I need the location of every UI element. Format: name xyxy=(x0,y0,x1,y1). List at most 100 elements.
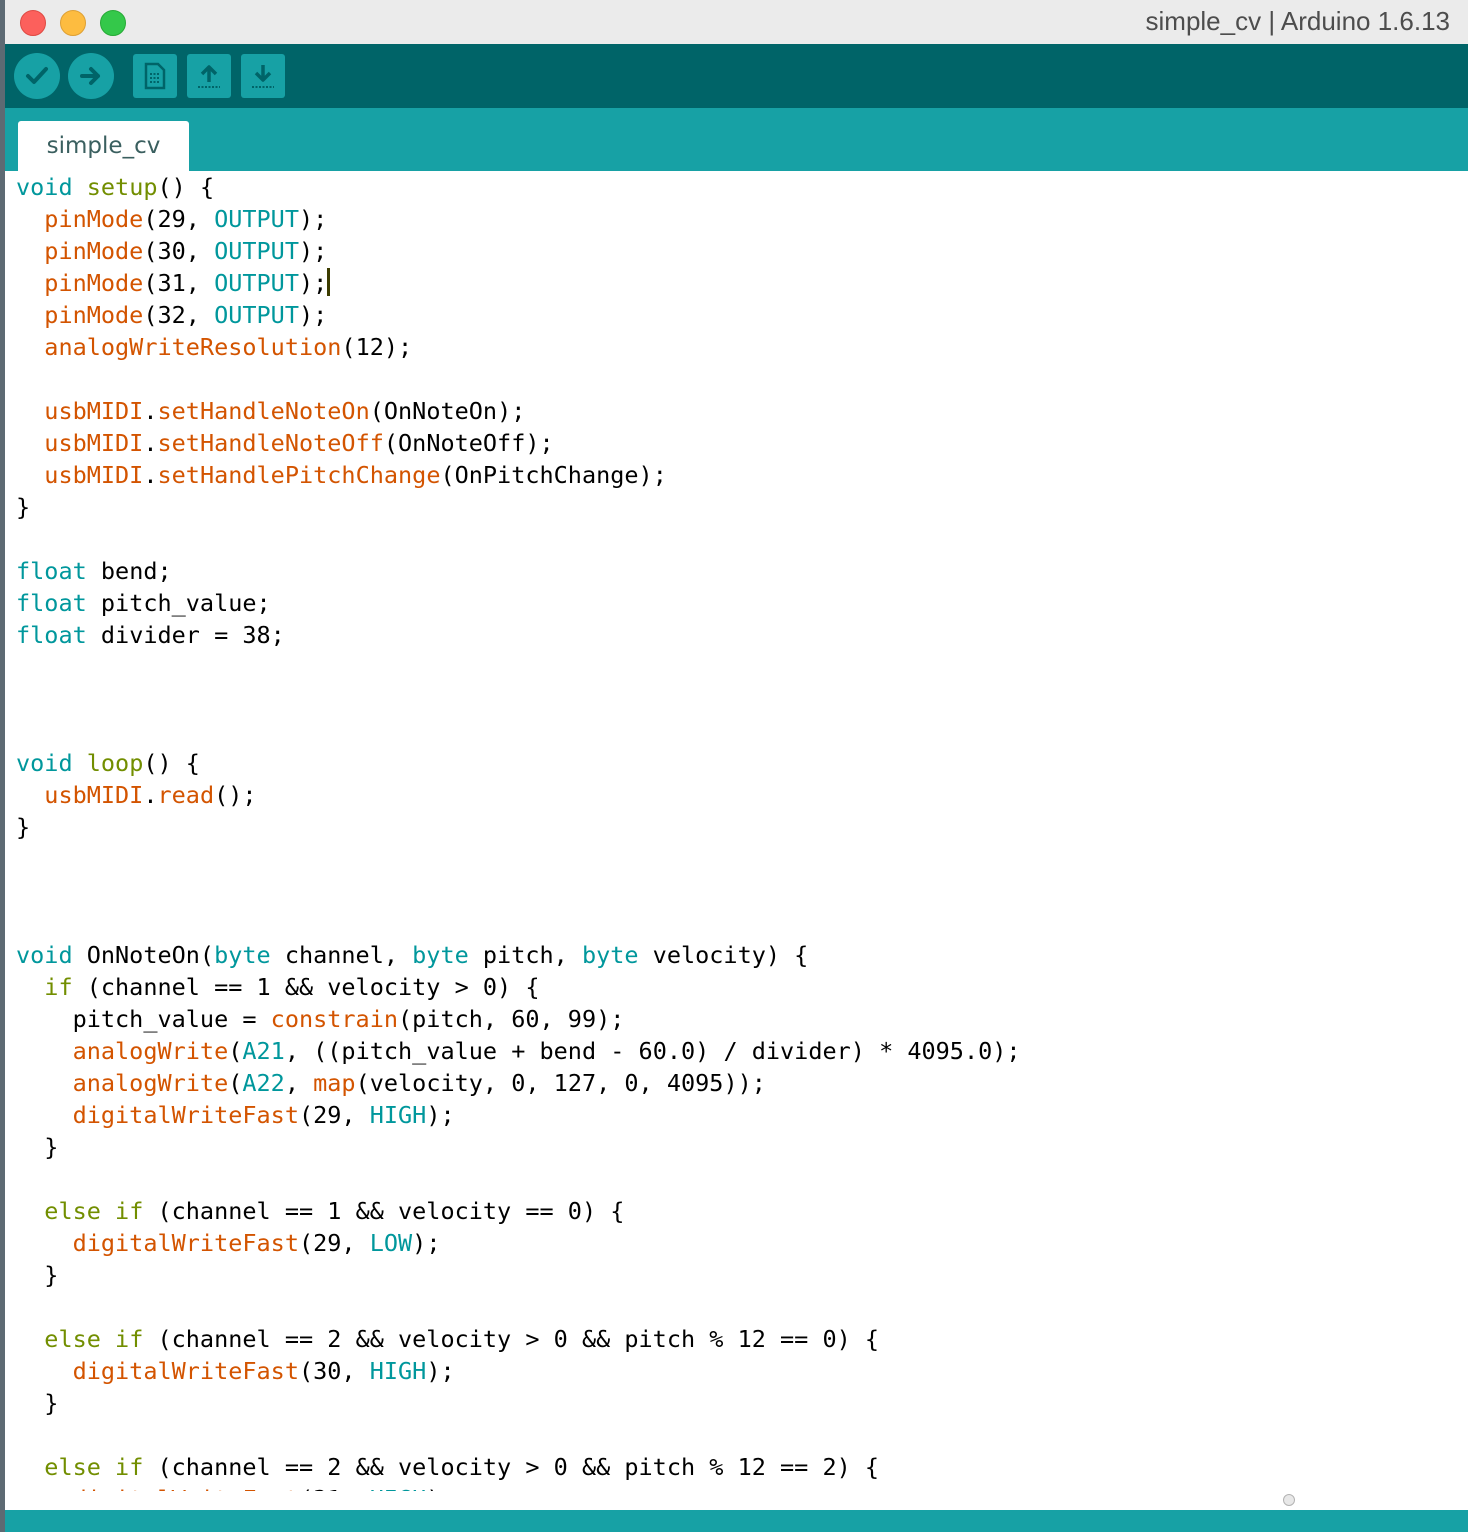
code-token: ); xyxy=(412,1229,441,1257)
code-line: digitalWriteFast(29, LOW); xyxy=(16,1227,1021,1259)
code-token: (velocity, 0, 127, 0, 4095)); xyxy=(355,1069,766,1097)
code-line: else if (channel == 2 && velocity > 0 &&… xyxy=(16,1451,1021,1483)
code-token: (channel == 2 && velocity > 0 && pitch %… xyxy=(143,1325,880,1353)
new-sketch-button[interactable] xyxy=(133,54,177,98)
code-token: usbMIDI xyxy=(44,781,144,809)
code-token: pitch_value; xyxy=(86,589,271,617)
code-token: (12); xyxy=(341,333,413,361)
code-line: else if (channel == 2 && velocity > 0 &&… xyxy=(16,1323,1021,1355)
code-token: ); xyxy=(426,1485,454,1491)
code-line: usbMIDI.setHandleNoteOff(OnNoteOff); xyxy=(16,427,1021,459)
code-editor[interactable]: void setup() { pinMode(29, OUTPUT); pinM… xyxy=(5,171,1468,1491)
code-token: ); xyxy=(298,237,328,265)
code-line: else if (channel == 1 && velocity == 0) … xyxy=(16,1195,1021,1227)
code-token: pitch_value = xyxy=(16,1005,271,1033)
code-token: void xyxy=(16,749,73,777)
verify-button[interactable] xyxy=(14,53,60,99)
save-button[interactable] xyxy=(241,54,285,98)
code-token: HIGH xyxy=(369,1101,427,1129)
open-button[interactable] xyxy=(187,54,231,98)
code-token: A21 xyxy=(242,1037,285,1065)
code-token: digitalWriteFast xyxy=(72,1357,299,1385)
code-token: usbMIDI xyxy=(44,461,144,489)
code-token: OUTPUT xyxy=(214,269,299,297)
text-caret xyxy=(327,268,331,296)
code-line: pitch_value = constrain(pitch, 60, 99); xyxy=(16,1003,1021,1035)
code-token: if xyxy=(115,1453,144,1481)
code-line: if (channel == 1 && velocity > 0) { xyxy=(16,971,1021,1003)
code-line: pinMode(32, OUTPUT); xyxy=(16,299,1021,331)
status-bar xyxy=(5,1510,1468,1532)
code-token: setup xyxy=(86,173,158,201)
code-token: analogWrite xyxy=(72,1069,229,1097)
scroll-indicator[interactable] xyxy=(1283,1494,1295,1506)
code-text[interactable]: void setup() { pinMode(29, OUTPUT); pinM… xyxy=(16,171,1021,1491)
close-window-button[interactable] xyxy=(20,10,46,36)
code-line: usbMIDI.read(); xyxy=(16,779,1021,811)
code-token: (30, xyxy=(143,237,215,265)
code-line: pinMode(31, OUTPUT); xyxy=(16,267,1021,299)
code-token: if xyxy=(115,1325,144,1353)
code-token: map xyxy=(313,1069,356,1097)
code-token: (32, xyxy=(143,301,215,329)
code-line: digitalWriteFast(31, HIGH); xyxy=(16,1483,1021,1491)
code-line: float bend; xyxy=(16,555,1021,587)
tab-simple-cv[interactable]: simple_cv xyxy=(18,121,189,171)
code-line: } xyxy=(16,1259,1021,1291)
arrow-right-icon xyxy=(80,67,100,85)
code-line: analogWrite(A21, ((pitch_value + bend - … xyxy=(16,1035,1021,1067)
code-line: } xyxy=(16,1131,1021,1163)
code-token: digitalWriteFast xyxy=(72,1101,299,1129)
code-token: analogWriteResolution xyxy=(44,333,342,361)
upload-button[interactable] xyxy=(68,53,114,99)
code-token: HIGH xyxy=(370,1485,427,1491)
code-token: void xyxy=(16,941,73,969)
code-token: A22 xyxy=(242,1069,285,1097)
code-token: ( xyxy=(228,1037,243,1065)
code-token: (OnNoteOn); xyxy=(369,397,526,425)
code-token: if xyxy=(44,973,73,1001)
code-token: (31, xyxy=(143,269,215,297)
code-token: } xyxy=(16,493,31,521)
code-token: } xyxy=(16,1389,59,1417)
code-token: read xyxy=(157,781,215,809)
code-token: } xyxy=(16,813,31,841)
code-token: pinMode xyxy=(44,237,144,265)
arrow-up-icon xyxy=(198,65,220,88)
code-token: setHandleNoteOn xyxy=(157,397,370,425)
code-line: analogWriteResolution(12); xyxy=(16,331,1021,363)
window-title: simple_cv | Arduino 1.6.13 xyxy=(1145,6,1450,36)
minimize-window-button[interactable] xyxy=(60,10,86,36)
code-token: ); xyxy=(426,1101,455,1129)
zoom-window-button[interactable] xyxy=(100,10,126,36)
code-line: analogWrite(A22, map(velocity, 0, 127, 0… xyxy=(16,1067,1021,1099)
code-token: ); xyxy=(298,301,328,329)
code-token: (OnPitchChange); xyxy=(440,461,667,489)
code-token: digitalWriteFast xyxy=(73,1485,299,1491)
code-token: if xyxy=(115,1197,144,1225)
title-bar: simple_cv | Arduino 1.6.13 xyxy=(5,0,1468,45)
code-token: OUTPUT xyxy=(214,205,299,233)
code-token: (channel == 2 && velocity > 0 && pitch %… xyxy=(143,1453,880,1481)
code-token: analogWrite xyxy=(72,1037,229,1065)
code-token: (OnNoteOff); xyxy=(383,429,554,457)
code-token: loop xyxy=(86,749,144,777)
code-line: void loop() { xyxy=(16,747,1021,779)
document-icon xyxy=(144,62,166,90)
code-token: . xyxy=(143,461,158,489)
code-token: setHandleNoteOff xyxy=(157,429,384,457)
